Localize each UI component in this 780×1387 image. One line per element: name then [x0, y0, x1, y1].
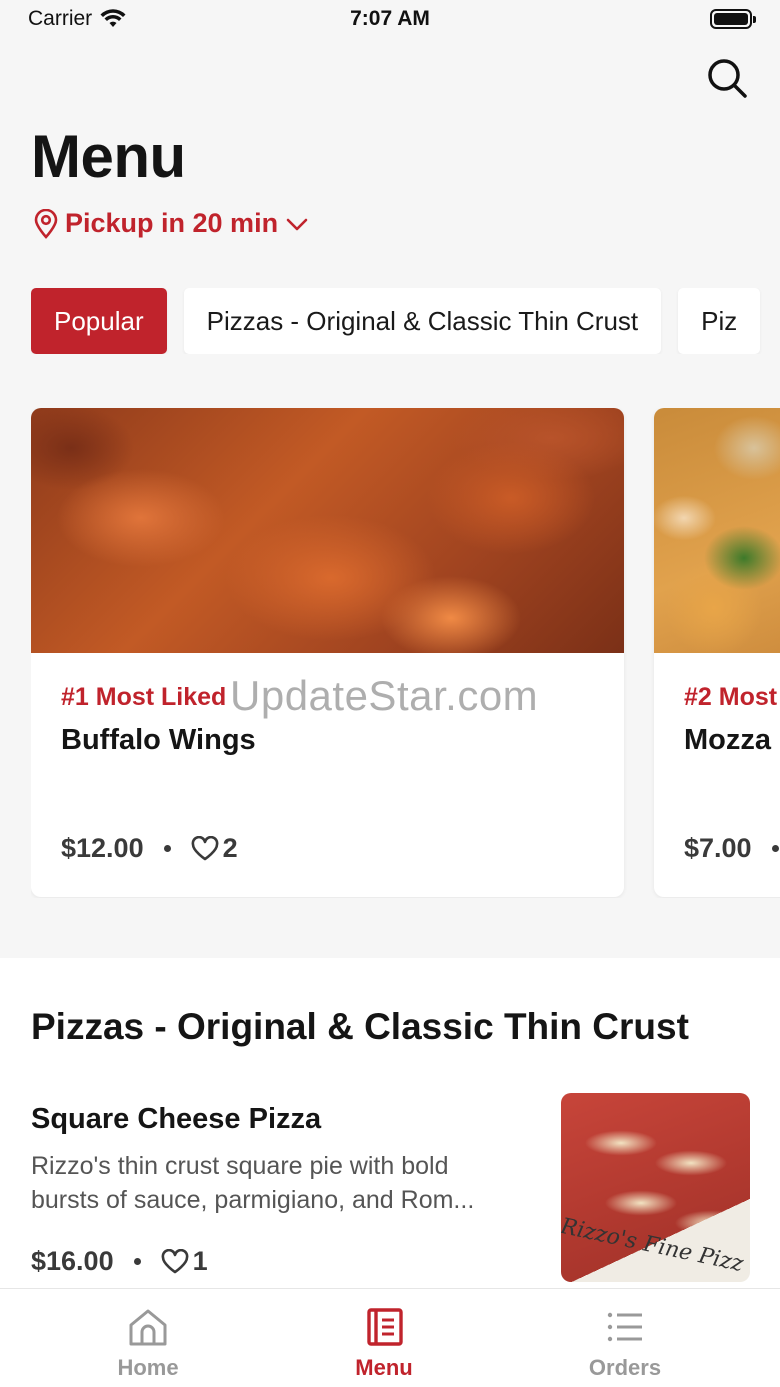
- section-title: Pizzas - Original & Classic Thin Crust: [31, 1006, 689, 1047]
- tab-label: Menu: [355, 1355, 413, 1380]
- item-meta: $7.00: [684, 833, 780, 864]
- category-tab-pizzas-more[interactable]: Piz: [678, 288, 761, 354]
- likes-count: 1: [192, 1246, 208, 1276]
- item-rank: #1 Most Liked: [61, 683, 227, 711]
- menu-item-image: Rizzo's Fine Pizz: [561, 1093, 750, 1282]
- pickup-time-selector[interactable]: Pickup in 20 min: [33, 208, 310, 239]
- menu-item-description: Rizzo's thin crust square pie with bold …: [31, 1152, 475, 1214]
- item-likes[interactable]: 2: [191, 833, 238, 864]
- tab-orders[interactable]: Orders: [560, 1307, 690, 1381]
- status-bar: Carrier 7:07 AM: [0, 0, 780, 40]
- separator-dot: [771, 845, 779, 852]
- menu-book-icon: [367, 1308, 403, 1346]
- item-name: Buffalo Wings: [61, 724, 256, 756]
- tab-bar: Home Menu Orders: [0, 1288, 780, 1387]
- likes-count: 2: [222, 833, 238, 863]
- separator-dot: [163, 845, 171, 852]
- popular-item-card[interactable]: #1 Most Liked Buffalo Wings $12.00 2: [31, 408, 624, 897]
- category-tabs: Popular Pizzas - Original & Classic Thin…: [31, 288, 780, 354]
- menu-item-name: Square Cheese Pizza: [31, 1103, 322, 1135]
- heart-icon: [161, 1248, 188, 1273]
- pickup-label: Pickup in 20 min: [65, 208, 279, 238]
- separator-dot: [133, 1258, 141, 1265]
- popular-carousel: #1 Most Liked Buffalo Wings $12.00 2 #2 …: [31, 408, 780, 898]
- tab-label: Orders: [588, 1355, 662, 1380]
- tab-home[interactable]: Home: [83, 1307, 213, 1381]
- page-title: Menu: [31, 123, 186, 190]
- tab-menu[interactable]: Menu: [319, 1307, 449, 1381]
- menu-section: Pizzas - Original & Classic Thin Crust S…: [0, 958, 780, 1288]
- menu-item-likes[interactable]: 1: [161, 1246, 208, 1277]
- popular-item-card[interactable]: #2 Most Mozza $7.00: [654, 408, 780, 897]
- item-meta: $12.00 2: [61, 833, 238, 864]
- menu-item-price: $16.00: [31, 1246, 114, 1276]
- tab-label: Home: [117, 1355, 179, 1380]
- menu-item[interactable]: Square Cheese Pizza Rizzo's thin crust s…: [31, 1093, 751, 1293]
- search-icon: [708, 59, 747, 98]
- location-pin-icon: [34, 208, 58, 239]
- item-image: [31, 408, 624, 653]
- item-price: $12.00: [61, 833, 144, 863]
- item-name: Mozza: [684, 724, 771, 756]
- category-tab-popular[interactable]: Popular: [31, 288, 167, 354]
- menu-item-meta: $16.00 1: [31, 1246, 208, 1277]
- item-price: $7.00: [684, 833, 752, 863]
- battery-icon: [710, 9, 756, 29]
- list-icon: [607, 1312, 642, 1342]
- status-time: 7:07 AM: [350, 7, 430, 30]
- item-image: [654, 408, 780, 653]
- home-icon: [129, 1309, 167, 1346]
- category-tab-pizzas-original[interactable]: Pizzas - Original & Classic Thin Crust: [183, 288, 662, 354]
- heart-icon: [191, 835, 218, 860]
- item-rank: #2 Most: [684, 683, 778, 711]
- search-button[interactable]: [706, 57, 748, 99]
- pizza-box-print: Rizzo's Fine Pizz: [561, 1213, 746, 1278]
- chevron-down-icon: [286, 218, 308, 230]
